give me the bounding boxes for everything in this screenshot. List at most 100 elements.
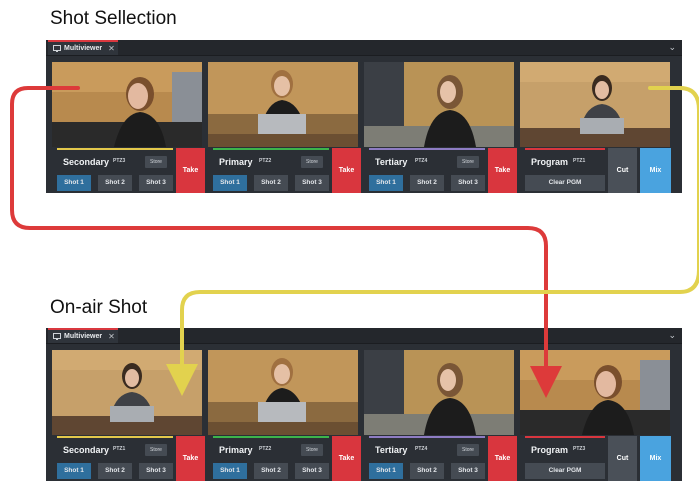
program-name: Program xyxy=(531,445,569,455)
camera-name-bar: Primary PTZ2 Store xyxy=(213,440,329,460)
tab-label: Multiviewer xyxy=(64,333,103,340)
program-name: Program xyxy=(531,157,569,167)
program-tag: PTZ1 xyxy=(573,158,586,164)
clear-pgm-button[interactable]: Clear PGM xyxy=(525,175,605,191)
camera-panel-secondary: Secondary PTZ1 Store Shot 1 Shot 2 Shot … xyxy=(52,350,205,481)
camera-panel-tertiary: Tertiary PTZ4 Store Shot 1 Shot 2 Shot 3… xyxy=(364,350,517,481)
monitor-icon xyxy=(53,333,61,340)
tab-multiviewer[interactable]: Multiviewer ✕ xyxy=(48,328,118,343)
tally-bar xyxy=(525,148,605,150)
program-tag: PTZ3 xyxy=(573,446,586,452)
clear-pgm-button[interactable]: Clear PGM xyxy=(525,463,605,479)
camera-preview[interactable] xyxy=(52,62,202,147)
shot-2-button[interactable]: Shot 2 xyxy=(254,175,288,191)
cut-button[interactable]: Cut xyxy=(608,148,637,193)
take-button[interactable]: Take xyxy=(488,148,517,193)
cut-button[interactable]: Cut xyxy=(608,436,637,481)
camera-name-bar: Secondary PTZ1 Store xyxy=(57,440,173,460)
program-panel: Program PTZ3 Clear PGM Cut Mix xyxy=(520,350,673,481)
tab-bar: Multiviewer ✕ ⌄ xyxy=(46,40,682,56)
mix-button[interactable]: Mix xyxy=(640,148,671,193)
tally-bar xyxy=(57,436,173,438)
camera-name-bar: Secondary PTZ3 Store xyxy=(57,152,173,172)
shot-1-button[interactable]: Shot 1 xyxy=(57,463,91,479)
camera-name: Secondary xyxy=(63,157,110,167)
tally-bar xyxy=(369,436,485,438)
camera-panel-secondary: Secondary PTZ3 Store Shot 1 Shot 2 Shot … xyxy=(52,62,205,193)
tab-bar: Multiviewer ✕ ⌄ xyxy=(46,328,682,344)
shot-3-button[interactable]: Shot 3 xyxy=(295,175,329,191)
tally-bar xyxy=(213,436,329,438)
shot-1-button[interactable]: Shot 1 xyxy=(369,175,403,191)
camera-preview[interactable] xyxy=(364,62,514,147)
camera-name-bar: Primary PTZ2 Store xyxy=(213,152,329,172)
camera-preview[interactable] xyxy=(208,62,358,147)
multiviewer-window-1: Multiviewer ✕ ⌄ Secondary PTZ3 Store Sho… xyxy=(46,40,682,193)
camera-name: Primary xyxy=(219,445,253,455)
take-button[interactable]: Take xyxy=(488,436,517,481)
take-button[interactable]: Take xyxy=(332,436,361,481)
shot-3-button[interactable]: Shot 3 xyxy=(139,463,173,479)
section-title-shot-selection: Shot Sellection xyxy=(50,8,177,29)
chevron-down-icon[interactable]: ⌄ xyxy=(668,330,676,341)
camera-preview[interactable] xyxy=(364,350,514,435)
store-button[interactable]: Store xyxy=(457,444,479,456)
camera-preview[interactable] xyxy=(208,350,358,435)
camera-name-bar: Tertiary PTZ4 Store xyxy=(369,440,485,460)
camera-panel-tertiary: Tertiary PTZ4 Store Shot 1 Shot 2 Shot 3… xyxy=(364,62,517,193)
shot-1-button[interactable]: Shot 1 xyxy=(57,175,91,191)
close-icon[interactable]: ✕ xyxy=(108,44,115,53)
store-button[interactable]: Store xyxy=(145,444,167,456)
camera-tag: PTZ4 xyxy=(415,446,428,452)
shot-1-button[interactable]: Shot 1 xyxy=(369,463,403,479)
store-button[interactable]: Store xyxy=(301,156,323,168)
camera-tag: PTZ3 xyxy=(113,158,126,164)
shot-3-button[interactable]: Shot 3 xyxy=(139,175,173,191)
take-button[interactable]: Take xyxy=(332,148,361,193)
camera-name: Tertiary xyxy=(375,445,408,455)
program-preview xyxy=(520,350,670,435)
take-button[interactable]: Take xyxy=(176,436,205,481)
program-name-bar: Program PTZ1 xyxy=(525,152,605,172)
close-icon[interactable]: ✕ xyxy=(108,332,115,341)
camera-name-bar: Tertiary PTZ4 Store xyxy=(369,152,485,172)
shot-2-button[interactable]: Shot 2 xyxy=(410,463,444,479)
program-panel: Program PTZ1 Clear PGM Cut Mix xyxy=(520,62,673,193)
monitor-icon xyxy=(53,45,61,52)
camera-tag: PTZ2 xyxy=(259,158,272,164)
shot-2-button[interactable]: Shot 2 xyxy=(98,463,132,479)
shot-1-button[interactable]: Shot 1 xyxy=(213,463,247,479)
tally-bar xyxy=(213,148,329,150)
store-button[interactable]: Store xyxy=(457,156,479,168)
program-preview xyxy=(520,62,670,147)
shot-2-button[interactable]: Shot 2 xyxy=(410,175,444,191)
program-name-bar: Program PTZ3 xyxy=(525,440,605,460)
tab-label: Multiviewer xyxy=(64,45,103,52)
mix-button[interactable]: Mix xyxy=(640,436,671,481)
shot-2-button[interactable]: Shot 2 xyxy=(254,463,288,479)
take-button[interactable]: Take xyxy=(176,148,205,193)
multiviewer-window-2: Multiviewer ✕ ⌄ Secondary PTZ1 Store Sho… xyxy=(46,328,682,481)
camera-name: Secondary xyxy=(63,445,110,455)
shot-3-button[interactable]: Shot 3 xyxy=(295,463,329,479)
camera-tag: PTZ1 xyxy=(113,446,126,452)
camera-tag: PTZ2 xyxy=(259,446,272,452)
shot-1-button[interactable]: Shot 1 xyxy=(213,175,247,191)
shot-2-button[interactable]: Shot 2 xyxy=(98,175,132,191)
store-button[interactable]: Store xyxy=(145,156,167,168)
camera-panel-primary: Primary PTZ2 Store Shot 1 Shot 2 Shot 3 … xyxy=(208,350,361,481)
shot-3-button[interactable]: Shot 3 xyxy=(451,175,485,191)
camera-name: Primary xyxy=(219,157,253,167)
tally-bar xyxy=(369,148,485,150)
camera-name: Tertiary xyxy=(375,157,408,167)
tab-multiviewer[interactable]: Multiviewer ✕ xyxy=(48,40,118,55)
tally-bar xyxy=(57,148,173,150)
camera-panel-primary: Primary PTZ2 Store Shot 1 Shot 2 Shot 3 … xyxy=(208,62,361,193)
camera-preview[interactable] xyxy=(52,350,202,435)
section-title-on-air-shot: On-air Shot xyxy=(50,297,148,318)
tally-bar xyxy=(525,436,605,438)
store-button[interactable]: Store xyxy=(301,444,323,456)
camera-tag: PTZ4 xyxy=(415,158,428,164)
shot-3-button[interactable]: Shot 3 xyxy=(451,463,485,479)
chevron-down-icon[interactable]: ⌄ xyxy=(668,42,676,53)
